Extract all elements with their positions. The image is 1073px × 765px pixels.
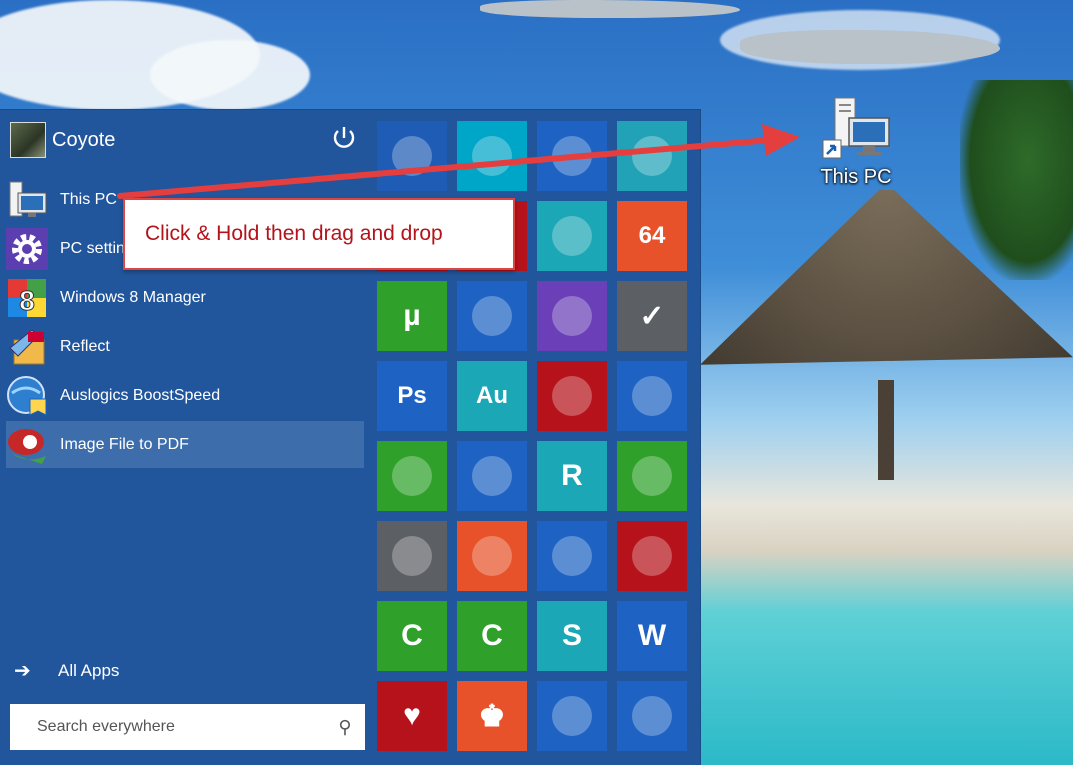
- gear-icon: [6, 227, 48, 270]
- security-lock-icon: [552, 216, 592, 256]
- chess-tile[interactable]: ♚: [457, 681, 527, 751]
- security-lock-tile[interactable]: [537, 201, 607, 271]
- app-item-reflect[interactable]: Reflect: [6, 323, 364, 370]
- control-panel-icon: [552, 136, 592, 176]
- teamviewer-icon: [632, 376, 672, 416]
- utorrent-tile[interactable]: µ: [377, 281, 447, 351]
- svg-text:8: 8: [19, 285, 35, 316]
- annotation-callout: Click & Hold then drag and drop: [123, 198, 515, 270]
- checkbox-app-tile[interactable]: ✓: [617, 281, 687, 351]
- disc-burner-icon: [552, 296, 592, 336]
- disc-burner-tile[interactable]: [537, 281, 607, 351]
- image-to-pdf-icon: [6, 424, 48, 466]
- refresh-app-tile[interactable]: [537, 361, 607, 431]
- photoshop-icon: Ps: [397, 382, 427, 409]
- registry-icon: [632, 536, 672, 576]
- word-icon: W: [637, 619, 667, 652]
- sheep-icon: [472, 536, 512, 576]
- sheep-tile[interactable]: [457, 521, 527, 591]
- utorrent-icon: µ: [403, 299, 421, 332]
- cyberlink-tile[interactable]: [457, 441, 527, 511]
- annotation-text: Click & Hold then drag and drop: [145, 222, 443, 245]
- beach-hut-pole: [878, 380, 894, 480]
- snagit-icon: S: [561, 619, 582, 652]
- cyberlink-icon: [472, 456, 512, 496]
- media-player-icon: [472, 296, 512, 336]
- video-maker-tile[interactable]: [377, 441, 447, 511]
- malwarebytes-tile[interactable]: [537, 521, 607, 591]
- all-apps-button[interactable]: ➔ All Apps: [14, 658, 119, 683]
- power-button[interactable]: [330, 124, 358, 152]
- video-maker-icon: [392, 456, 432, 496]
- malwarebytes-icon: [552, 536, 592, 576]
- media-player-tile[interactable]: [457, 281, 527, 351]
- rocket-icon: [392, 536, 432, 576]
- chess-icon: ♚: [478, 699, 506, 733]
- reader-icon: R: [561, 459, 583, 492]
- audition-tile[interactable]: Au: [457, 361, 527, 431]
- audition-icon: Au: [476, 382, 508, 409]
- this-pc-tile[interactable]: [377, 121, 447, 191]
- palm-tree-image: [960, 80, 1073, 280]
- this-pc-icon: [6, 179, 48, 221]
- solitaire-tile[interactable]: ♥: [377, 681, 447, 751]
- file-explorer-icon: [632, 136, 672, 176]
- notepad-tile[interactable]: [617, 441, 687, 511]
- arrow-right-icon: ➔: [14, 660, 31, 682]
- search-input[interactable]: [10, 703, 325, 751]
- word-tile[interactable]: W: [617, 601, 687, 671]
- app-item-windows8-manager[interactable]: 8 Windows 8 Manager: [6, 274, 364, 321]
- reader-tile[interactable]: R: [537, 441, 607, 511]
- store-tile[interactable]: [457, 121, 527, 191]
- app-item-image-file-to-pdf[interactable]: Image File to PDF: [6, 421, 364, 468]
- camtasia-2-icon: C: [481, 619, 503, 652]
- user-name: Coyote: [52, 128, 116, 151]
- search-icon[interactable]: ⚲: [325, 717, 365, 738]
- app-64-tile[interactable]: 64: [617, 201, 687, 271]
- app-item-label: Reflect: [60, 337, 110, 355]
- avatar: [10, 122, 46, 158]
- teamviewer-tile[interactable]: [617, 361, 687, 431]
- jet-image: [740, 30, 1000, 64]
- camtasia-tile[interactable]: C: [377, 601, 447, 671]
- control-panel-tile[interactable]: [537, 121, 607, 191]
- registry-tile[interactable]: [617, 521, 687, 591]
- solitaire-icon: ♥: [403, 699, 421, 732]
- all-apps-label: All Apps: [58, 660, 120, 680]
- rocket-tile[interactable]: [377, 521, 447, 591]
- reflect-icon: [6, 326, 48, 368]
- people-icon: [632, 696, 672, 736]
- snagit-tile[interactable]: S: [537, 601, 607, 671]
- app-item-label: This PC: [60, 190, 117, 208]
- search-box[interactable]: ⚲: [10, 703, 365, 751]
- desktop-shortcut-this-pc[interactable]: This PC: [806, 96, 906, 189]
- app-64-icon: 64: [638, 222, 666, 249]
- power-icon: [333, 127, 355, 148]
- this-pc-icon: [392, 136, 432, 176]
- camtasia-icon: C: [401, 619, 423, 652]
- people-tile[interactable]: [617, 681, 687, 751]
- windows8-manager-icon: 8: [6, 277, 48, 319]
- refresh-app-icon: [552, 376, 592, 416]
- camtasia-2-tile[interactable]: C: [457, 601, 527, 671]
- store-icon: [472, 136, 512, 176]
- app-item-label: Windows 8 Manager: [60, 288, 206, 306]
- app-item-label: Image File to PDF: [60, 435, 189, 453]
- app-item-auslogics-boostspeed[interactable]: Auslogics BoostSpeed: [6, 372, 364, 419]
- photoshop-tile[interactable]: Ps: [377, 361, 447, 431]
- notepad-icon: [632, 456, 672, 496]
- cloud: [150, 40, 310, 110]
- this-pc-icon: [821, 96, 891, 162]
- virtual-box-icon: [552, 696, 592, 736]
- boostspeed-icon: [6, 375, 48, 417]
- user-account[interactable]: Coyote: [10, 122, 115, 158]
- desktop-shortcut-label: This PC: [820, 166, 892, 188]
- jet-image: [480, 0, 740, 18]
- virtual-box-tile[interactable]: [537, 681, 607, 751]
- file-explorer-tile[interactable]: [617, 121, 687, 191]
- checkbox-app-icon: ✓: [639, 299, 665, 333]
- app-item-label: Auslogics BoostSpeed: [60, 386, 221, 404]
